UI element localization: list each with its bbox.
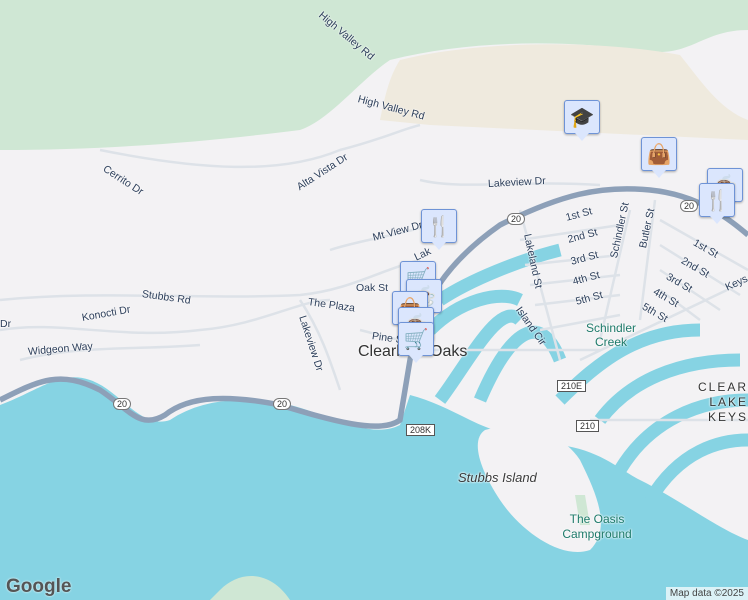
island-label: Stubbs Island [458, 470, 537, 485]
neighborhood-label: CLEAR LAKE KEYS [697, 380, 748, 424]
route-shield: 208K [406, 424, 436, 436]
map-attribution[interactable]: Map data ©2025 [665, 587, 748, 600]
street-label: Dr [0, 318, 12, 330]
route-shield: 210 [576, 420, 600, 432]
google-logo: Google [6, 576, 72, 597]
route-shield: 20 [273, 398, 292, 410]
creek-label: Schindler Creek [585, 321, 637, 349]
grocery-pin-icon[interactable]: 🛒 [398, 322, 434, 363]
route-shield: 210E [557, 380, 587, 392]
route-shield: 20 [507, 213, 526, 225]
school-pin-icon[interactable]: 🎓 [564, 100, 600, 141]
campground-label: The Oasis Campground [562, 512, 632, 541]
shopping-bag-pin-icon[interactable]: 👜 [641, 137, 677, 178]
route-shield: 20 [113, 398, 132, 410]
street-label: Oak St [356, 282, 389, 294]
restaurant-pin-icon[interactable]: 🍴 [699, 183, 735, 224]
restaurant-pin-icon[interactable]: 🍴 [421, 209, 457, 250]
map-canvas[interactable] [0, 0, 748, 600]
route-shield: 20 [680, 200, 699, 212]
